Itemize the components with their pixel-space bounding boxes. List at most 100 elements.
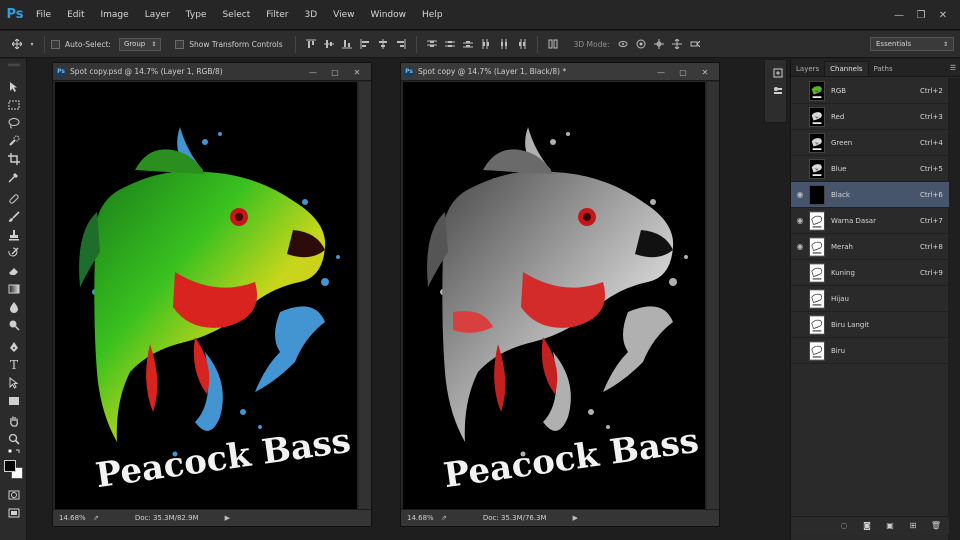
dodge-tool-icon[interactable]	[6, 317, 22, 333]
restore-icon[interactable]: ❐	[914, 8, 928, 22]
gradient-tool-icon[interactable]	[6, 281, 22, 297]
menu-help[interactable]: Help	[414, 10, 451, 20]
tab-channels[interactable]: Channels	[824, 61, 869, 76]
channel-row[interactable]: ◉KuningCtrl+9	[791, 260, 949, 286]
load-selection-icon[interactable]: ◌	[839, 521, 849, 531]
document-window-rgb[interactable]: Ps Spot copy.psd @ 14.7% (Layer 1, RGB/8…	[52, 62, 372, 527]
panel-scrollbar[interactable]	[948, 78, 960, 540]
menu-3d[interactable]: 3D	[297, 10, 326, 20]
menu-window[interactable]: Window	[363, 10, 415, 20]
lasso-tool-icon[interactable]	[6, 115, 22, 131]
export-arrow-icon[interactable]: ⇗	[93, 514, 99, 522]
channel-row[interactable]: ◉ Merah Ctrl+8	[791, 234, 949, 260]
panel-menu-icon[interactable]: ☰	[949, 64, 957, 72]
quick-mask-icon[interactable]	[6, 487, 22, 503]
menu-layer[interactable]: Layer	[137, 10, 178, 20]
foreground-color[interactable]	[4, 460, 16, 472]
history-panel-icon[interactable]	[771, 66, 785, 80]
align-left-icon[interactable]	[358, 37, 372, 51]
default-colors-icon[interactable]	[6, 448, 22, 457]
zoom-level[interactable]: 14.68%	[407, 514, 435, 522]
maximize-icon[interactable]: ▢	[677, 66, 689, 78]
hand-tool-icon[interactable]	[6, 413, 22, 429]
move-tool-icon[interactable]	[10, 37, 24, 51]
export-arrow-icon[interactable]: ⇗	[441, 514, 447, 522]
minimize-icon[interactable]: —	[307, 66, 319, 78]
channel-row[interactable]: ◉Biru	[791, 338, 949, 364]
distribute-vcenter-icon[interactable]	[443, 37, 457, 51]
menu-file[interactable]: File	[28, 10, 59, 20]
show-transform-checkbox[interactable]	[175, 39, 185, 49]
3d-roll-icon[interactable]	[634, 37, 648, 51]
zoom-tool-icon[interactable]	[6, 431, 22, 447]
history-brush-tool-icon[interactable]	[6, 245, 22, 261]
eraser-tool-icon[interactable]	[6, 263, 22, 279]
trash-icon[interactable]: 🗑	[931, 521, 941, 531]
menu-select[interactable]: Select	[214, 10, 258, 20]
distribute-bottom-icon[interactable]	[461, 37, 475, 51]
type-tool-icon[interactable]: T	[6, 357, 22, 373]
channel-row[interactable]: ◉RedCtrl+3	[791, 104, 949, 130]
move-tool-icon[interactable]	[6, 79, 22, 95]
menu-view[interactable]: View	[325, 10, 362, 20]
status-menu-arrow-icon[interactable]: ▶	[225, 514, 230, 522]
workspace-switcher[interactable]: Essentials ⇕	[870, 37, 954, 51]
new-spot-channel-icon[interactable]: ⊞	[908, 521, 918, 531]
canvas[interactable]: Peacock Bass	[403, 82, 705, 510]
align-top-icon[interactable]	[304, 37, 318, 51]
menu-image[interactable]: Image	[93, 10, 137, 20]
tab-layers[interactable]: Layers	[791, 61, 824, 76]
menu-edit[interactable]: Edit	[59, 10, 92, 20]
auto-align-icon[interactable]	[546, 37, 560, 51]
document-window-black[interactable]: Ps Spot copy @ 14.7% (Layer 1, Black/8) …	[400, 62, 720, 527]
3d-scale-icon[interactable]	[688, 37, 702, 51]
brush-tool-icon[interactable]	[6, 209, 22, 225]
minimize-icon[interactable]: —	[655, 66, 667, 78]
align-hcenter-icon[interactable]	[376, 37, 390, 51]
status-menu-arrow-icon[interactable]: ▶	[573, 514, 578, 522]
eye-icon[interactable]: ◉	[794, 190, 806, 199]
distribute-right-icon[interactable]	[515, 37, 529, 51]
distribute-left-icon[interactable]	[479, 37, 493, 51]
channel-row[interactable]: ◉GreenCtrl+4	[791, 130, 949, 156]
3d-pan-icon[interactable]	[652, 37, 666, 51]
distribute-hcenter-icon[interactable]	[497, 37, 511, 51]
healing-brush-tool-icon[interactable]	[6, 191, 22, 207]
3d-rotate-icon[interactable]	[616, 37, 630, 51]
close-icon[interactable]: ✕	[351, 66, 363, 78]
channel-row[interactable]: ◉Hijau	[791, 286, 949, 312]
screen-mode-icon[interactable]	[6, 505, 22, 521]
new-channel-icon[interactable]: ▣	[885, 521, 895, 531]
minimize-icon[interactable]: —	[892, 8, 906, 22]
channel-row[interactable]: ◉Biru Langit	[791, 312, 949, 338]
toolbar-grip[interactable]	[7, 63, 21, 67]
marquee-tool-icon[interactable]	[6, 97, 22, 113]
save-selection-icon[interactable]: ◙	[862, 521, 872, 531]
crop-tool-icon[interactable]	[6, 151, 22, 167]
align-right-icon[interactable]	[394, 37, 408, 51]
channel-row[interactable]: ◉RGBCtrl+2	[791, 78, 949, 104]
channel-row[interactable]: ◉ Black Ctrl+6	[791, 182, 949, 208]
pen-tool-icon[interactable]	[6, 339, 22, 355]
distribute-top-icon[interactable]	[425, 37, 439, 51]
color-swatches[interactable]	[3, 459, 25, 481]
document-titlebar[interactable]: Ps Spot copy.psd @ 14.7% (Layer 1, RGB/8…	[53, 63, 371, 81]
vertical-scrollbar[interactable]	[359, 82, 371, 510]
chevron-down-icon[interactable]: ▾	[28, 37, 36, 51]
close-icon[interactable]: ✕	[699, 66, 711, 78]
vertical-scrollbar[interactable]	[707, 82, 719, 510]
document-titlebar[interactable]: Ps Spot copy @ 14.7% (Layer 1, Black/8) …	[401, 63, 719, 81]
path-selection-tool-icon[interactable]	[6, 375, 22, 391]
channel-row[interactable]: ◉ Warna Dasar Ctrl+7	[791, 208, 949, 234]
align-vcenter-icon[interactable]	[322, 37, 336, 51]
show-transform-option[interactable]: Show Transform Controls	[175, 39, 283, 49]
tab-paths[interactable]: Paths	[869, 61, 898, 76]
eyedropper-tool-icon[interactable]	[6, 169, 22, 185]
menu-filter[interactable]: Filter	[258, 10, 296, 20]
clone-stamp-tool-icon[interactable]	[6, 227, 22, 243]
eye-icon[interactable]: ◉	[794, 216, 806, 225]
zoom-level[interactable]: 14.68%	[59, 514, 87, 522]
auto-select-checkbox[interactable]	[51, 39, 60, 49]
quick-select-tool-icon[interactable]	[6, 133, 22, 149]
channel-row[interactable]: ◉BlueCtrl+5	[791, 156, 949, 182]
